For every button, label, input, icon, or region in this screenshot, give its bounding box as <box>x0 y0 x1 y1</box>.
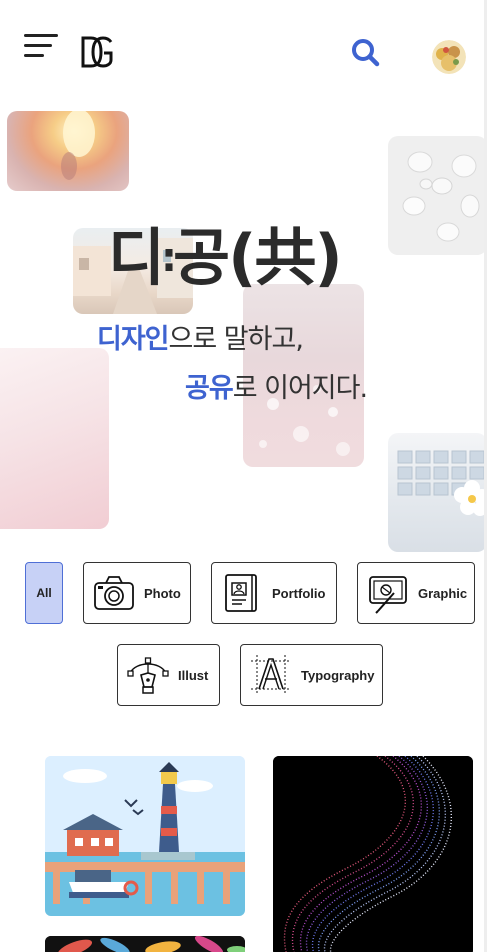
gallery-card-lighthouse[interactable] <box>45 756 245 916</box>
shells-picture <box>402 151 480 242</box>
top-header <box>0 0 487 100</box>
hero-title-first: 디 <box>108 221 165 294</box>
avatar[interactable] <box>432 40 466 74</box>
menu-line-top <box>24 34 58 37</box>
graphic-tablet-icon <box>366 571 410 615</box>
particle-wave-artwork <box>273 756 473 952</box>
gallery-card-particle-wave[interactable] <box>273 756 473 952</box>
gallery-card-fish[interactable] <box>45 936 245 952</box>
fish-artwork <box>45 936 245 952</box>
category-label-graphic: Graphic <box>418 585 468 601</box>
search-button[interactable] <box>348 36 384 70</box>
menu-line-middle <box>24 44 52 47</box>
category-chip-photo[interactable]: Photo <box>83 562 191 624</box>
tagline-accent-share: 공유 <box>185 373 234 404</box>
lighthouse-illustration <box>45 756 245 916</box>
hero-tagline-line2: 공유로 이어지다. <box>185 371 368 407</box>
hero-image-keyboard <box>388 433 487 552</box>
category-chip-illust[interactable]: Illust <box>117 644 220 706</box>
category-label-illust: Illust <box>178 667 209 683</box>
category-chip-portfolio[interactable]: Portfolio <box>211 562 337 624</box>
category-chip-graphic[interactable]: Graphic <box>357 562 475 624</box>
hero-image-fur <box>0 348 109 529</box>
portfolio-book-icon <box>220 571 264 615</box>
site-logo[interactable] <box>80 36 114 68</box>
tagline-text-1: 으로 말하고, <box>168 324 304 355</box>
category-label-all: All <box>36 586 52 600</box>
search-icon <box>352 39 380 67</box>
page: 디:공(共) 디자인으로 말하고, 공유로 이어지다. All Photo Po… <box>0 0 487 952</box>
tagline-accent-design: 디자인 <box>97 324 170 355</box>
hero-image-fire <box>7 111 129 191</box>
category-chip-all[interactable]: All <box>25 562 63 624</box>
hamburger-menu-button[interactable] <box>22 32 62 60</box>
hero-tagline-line1: 디자인으로 말하고, <box>97 322 304 358</box>
category-label-typography: Typography <box>301 667 375 683</box>
fire-silhouette <box>61 111 95 180</box>
hero-title: 디:공(共) <box>108 216 343 300</box>
menu-line-bottom <box>24 54 44 57</box>
dg-logo-icon <box>81 36 113 68</box>
tagline-text-2: 로 이어지다. <box>232 373 368 404</box>
pen-tool-icon <box>126 653 170 697</box>
category-label-photo: Photo <box>144 585 181 601</box>
hero-image-shells <box>388 136 487 255</box>
category-chip-typography[interactable]: Typography <box>240 644 383 706</box>
typography-icon <box>249 653 293 697</box>
keyboard-picture <box>397 450 487 516</box>
profile-image <box>432 40 466 74</box>
category-label-portfolio: Portfolio <box>272 585 326 601</box>
camera-icon <box>92 571 136 615</box>
hero-title-rest: 공(共) <box>173 221 343 294</box>
